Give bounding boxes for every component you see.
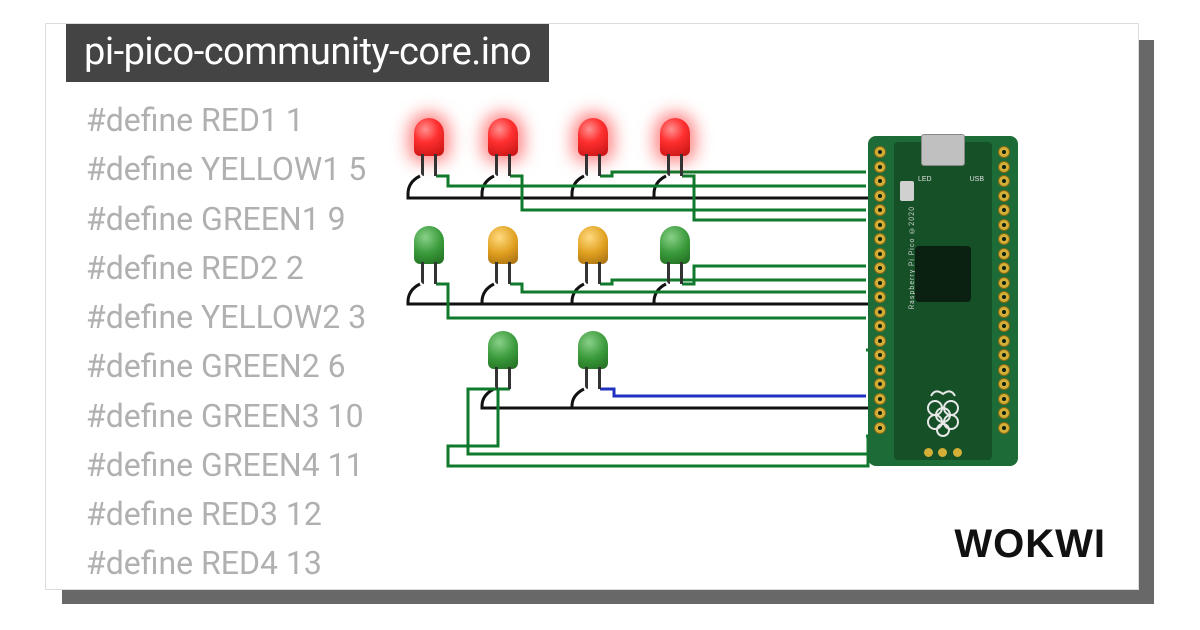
- led-red-2: [488, 118, 518, 178]
- debug-header: [921, 448, 965, 460]
- pico-label-usb: USB: [970, 176, 984, 183]
- raspberry-logo-icon: [921, 386, 965, 438]
- code-line: #define RED1 1: [86, 96, 366, 145]
- code-line: #define GREEN1 9: [86, 195, 366, 244]
- led-yellow-2: [578, 226, 608, 286]
- led-green-3: [488, 331, 518, 391]
- led-green-4: [578, 331, 608, 391]
- led-green-2: [660, 226, 690, 286]
- code-line: #define RED2 2: [86, 244, 366, 293]
- code-line: #define YELLOW2 3: [86, 293, 366, 342]
- pico-label-led: LED: [918, 176, 948, 236]
- usb-connector-icon: [921, 134, 965, 166]
- code-line: #define GREEN4 11: [86, 441, 366, 490]
- code-preview: #define RED1 1 #define YELLOW1 5 #define…: [86, 96, 366, 589]
- led-yellow-1: [488, 226, 518, 286]
- code-line: #define RED3 12: [86, 490, 366, 539]
- bootsel-button[interactable]: [900, 181, 914, 201]
- code-line: #define GREEN2 6: [86, 342, 366, 391]
- led-red-3: [578, 118, 608, 178]
- led-red-4: [660, 118, 690, 178]
- code-line: #define YELLOW1 5: [86, 145, 366, 194]
- code-line: #define GREEN3 10: [86, 392, 366, 441]
- raspberry-pi-pico: LED USB Raspberry Pi Pico ©2020: [868, 136, 1018, 466]
- project-card: pi-pico-community-core.ino #define RED1 …: [45, 23, 1139, 590]
- pin-header-right: [998, 146, 1012, 434]
- led-green-1: [414, 226, 444, 286]
- wokwi-brand: WOKWI: [954, 522, 1106, 567]
- rp2040-chip-icon: [915, 246, 971, 302]
- pin-header-left: [874, 146, 888, 434]
- file-title: pi-pico-community-core.ino: [66, 24, 549, 82]
- code-line: #define RED4 13: [86, 539, 366, 588]
- led-red-1: [414, 118, 444, 178]
- circuit-canvas: LED USB Raspberry Pi Pico ©2020: [378, 106, 1018, 486]
